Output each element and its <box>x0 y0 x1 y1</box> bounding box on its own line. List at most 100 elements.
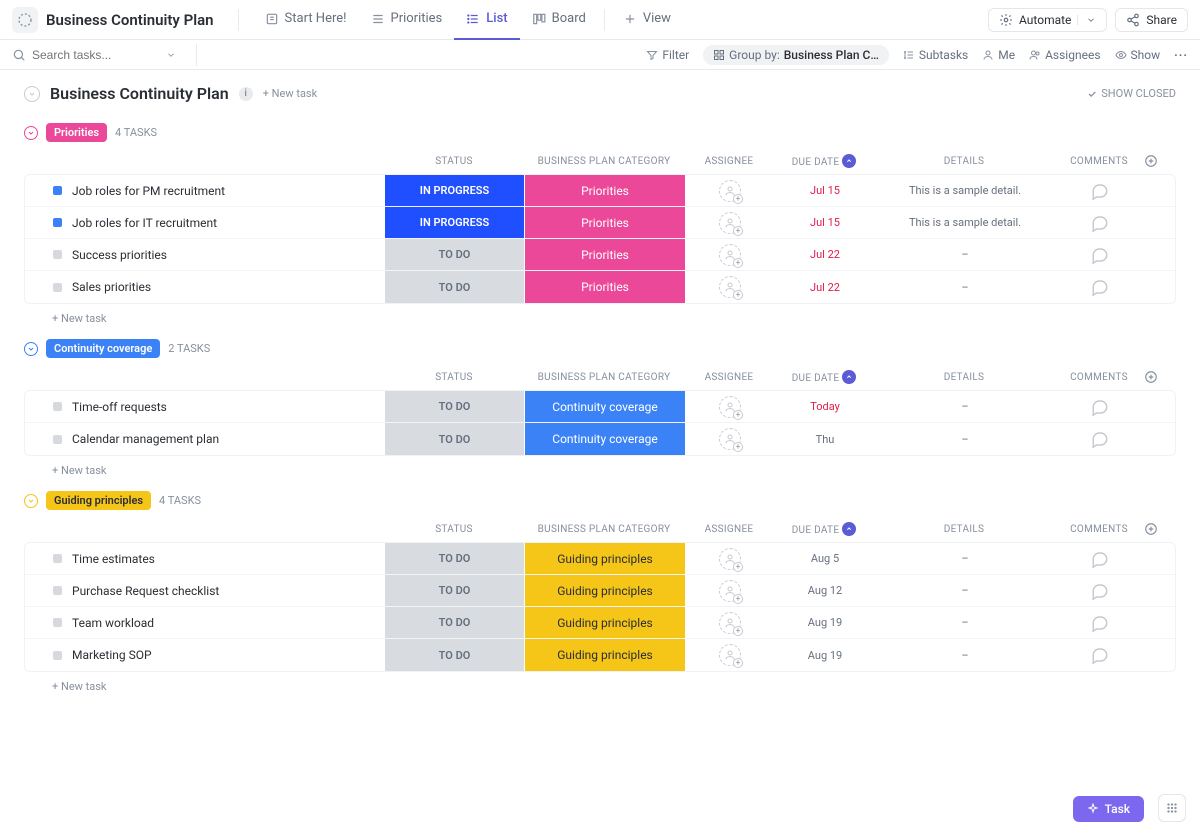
due-date-cell[interactable]: Jul 15 <box>775 216 875 229</box>
more-icon[interactable]: ··· <box>1174 48 1188 62</box>
group-label[interactable]: Continuity coverage <box>46 339 160 358</box>
col-comments[interactable]: COMMENTS <box>1054 368 1144 387</box>
details-cell[interactable]: This is a sample detail. <box>875 184 1055 197</box>
task-row[interactable]: Sales priorities TO DO Priorities + Jul … <box>25 271 1175 303</box>
details-cell[interactable]: – <box>875 248 1055 261</box>
category-cell[interactable]: Priorities <box>525 175 685 206</box>
comments-cell[interactable] <box>1055 550 1145 568</box>
task-row[interactable]: Team workload TO DO Guiding principles +… <box>25 607 1175 639</box>
col-status[interactable]: STATUS <box>384 152 524 171</box>
task-row[interactable]: Calendar management plan TO DO Continuit… <box>25 423 1175 455</box>
add-column-icon[interactable] <box>1144 518 1174 540</box>
assignee-add-icon[interactable]: + <box>719 276 741 298</box>
show-closed-button[interactable]: SHOW CLOSED <box>1087 87 1176 100</box>
tab-priorities[interactable]: Priorities <box>359 0 455 40</box>
new-task-inline[interactable]: + New task <box>263 87 317 100</box>
comments-cell[interactable] <box>1055 398 1145 416</box>
details-cell[interactable]: – <box>875 281 1055 294</box>
group-label[interactable]: Guiding principles <box>46 491 151 510</box>
comments-cell[interactable] <box>1055 582 1145 600</box>
col-assignee[interactable]: ASSIGNEE <box>684 520 774 539</box>
add-view[interactable]: View <box>611 0 683 40</box>
col-category[interactable]: BUSINESS PLAN CATEGORY <box>524 368 684 387</box>
category-cell[interactable]: Guiding principles <box>525 543 685 574</box>
info-icon[interactable]: i <box>239 87 253 101</box>
due-date-cell[interactable]: Aug 12 <box>775 584 875 597</box>
add-column-icon[interactable] <box>1144 366 1174 388</box>
apps-launcher[interactable] <box>1158 794 1186 822</box>
col-details[interactable]: DETAILS <box>874 152 1054 171</box>
details-cell[interactable]: – <box>875 584 1055 597</box>
assignee-add-icon[interactable]: + <box>719 396 741 418</box>
search-input[interactable] <box>32 48 152 62</box>
details-cell[interactable]: – <box>875 433 1055 446</box>
task-row[interactable]: Marketing SOP TO DO Guiding principles +… <box>25 639 1175 671</box>
show-button[interactable]: Show <box>1115 48 1161 62</box>
assignee-add-icon[interactable]: + <box>719 212 741 234</box>
new-task-fab[interactable]: Task <box>1073 796 1144 822</box>
assignee-add-icon[interactable]: + <box>719 580 741 602</box>
col-due[interactable]: DUE DATE <box>774 366 874 388</box>
due-date-cell[interactable]: Aug 19 <box>775 649 875 662</box>
assignee-cell[interactable]: + <box>685 212 775 234</box>
task-row[interactable]: Job roles for PM recruitment IN PROGRESS… <box>25 175 1175 207</box>
details-cell[interactable]: – <box>875 649 1055 662</box>
status-cell[interactable]: TO DO <box>385 543 525 574</box>
assignee-cell[interactable]: + <box>685 580 775 602</box>
assignee-add-icon[interactable]: + <box>719 428 741 450</box>
new-task-row[interactable]: + New task <box>24 304 1176 325</box>
sort-indicator-icon[interactable] <box>842 522 856 536</box>
assignee-cell[interactable]: + <box>685 276 775 298</box>
due-date-cell[interactable]: Aug 5 <box>775 552 875 565</box>
category-cell[interactable]: Guiding principles <box>525 639 685 671</box>
assignee-cell[interactable]: + <box>685 644 775 666</box>
assignee-add-icon[interactable]: + <box>719 244 741 266</box>
comments-cell[interactable] <box>1055 278 1145 296</box>
tab-list[interactable]: List <box>454 0 519 40</box>
due-date-cell[interactable]: Aug 19 <box>775 616 875 629</box>
assignees-button[interactable]: Assignees <box>1029 48 1100 62</box>
status-cell[interactable]: TO DO <box>385 575 525 606</box>
assignee-add-icon[interactable]: + <box>719 612 741 634</box>
me-button[interactable]: Me <box>982 48 1015 62</box>
details-cell[interactable]: – <box>875 616 1055 629</box>
comments-cell[interactable] <box>1055 214 1145 232</box>
due-date-cell[interactable]: Jul 15 <box>775 184 875 197</box>
col-details[interactable]: DETAILS <box>874 520 1054 539</box>
col-status[interactable]: STATUS <box>384 520 524 539</box>
due-date-cell[interactable]: Thu <box>775 433 875 446</box>
subtasks-button[interactable]: Subtasks <box>903 48 968 62</box>
status-cell[interactable]: TO DO <box>385 391 525 422</box>
status-cell[interactable]: TO DO <box>385 423 525 455</box>
assignee-add-icon[interactable]: + <box>719 644 741 666</box>
assignee-cell[interactable]: + <box>685 428 775 450</box>
col-assignee[interactable]: ASSIGNEE <box>684 368 774 387</box>
col-status[interactable]: STATUS <box>384 368 524 387</box>
sort-indicator-icon[interactable] <box>842 154 856 168</box>
status-cell[interactable]: IN PROGRESS <box>385 207 525 238</box>
category-cell[interactable]: Guiding principles <box>525 607 685 638</box>
share-button[interactable]: Share <box>1115 8 1188 32</box>
task-row[interactable]: Time-off requests TO DO Continuity cover… <box>25 391 1175 423</box>
assignee-add-icon[interactable]: + <box>719 180 741 202</box>
assignee-cell[interactable]: + <box>685 244 775 266</box>
task-row[interactable]: Success priorities TO DO Priorities + Ju… <box>25 239 1175 271</box>
chevron-down-icon[interactable] <box>1077 15 1096 25</box>
status-cell[interactable]: TO DO <box>385 271 525 303</box>
col-due[interactable]: DUE DATE <box>774 518 874 540</box>
category-cell[interactable]: Priorities <box>525 271 685 303</box>
tab-start-here[interactable]: Start Here! <box>253 0 359 40</box>
automate-button[interactable]: Automate <box>988 8 1107 32</box>
task-row[interactable]: Job roles for IT recruitment IN PROGRESS… <box>25 207 1175 239</box>
group-collapse-icon[interactable] <box>24 342 38 356</box>
assignee-cell[interactable]: + <box>685 396 775 418</box>
tab-board[interactable]: Board <box>520 0 598 40</box>
category-cell[interactable]: Guiding principles <box>525 575 685 606</box>
task-row[interactable]: Time estimates TO DO Guiding principles … <box>25 543 1175 575</box>
group-collapse-icon[interactable] <box>24 126 38 140</box>
new-task-row[interactable]: + New task <box>24 672 1176 693</box>
category-cell[interactable]: Continuity coverage <box>525 423 685 455</box>
due-date-cell[interactable]: Jul 22 <box>775 248 875 261</box>
category-cell[interactable]: Continuity coverage <box>525 391 685 422</box>
col-category[interactable]: BUSINESS PLAN CATEGORY <box>524 152 684 171</box>
